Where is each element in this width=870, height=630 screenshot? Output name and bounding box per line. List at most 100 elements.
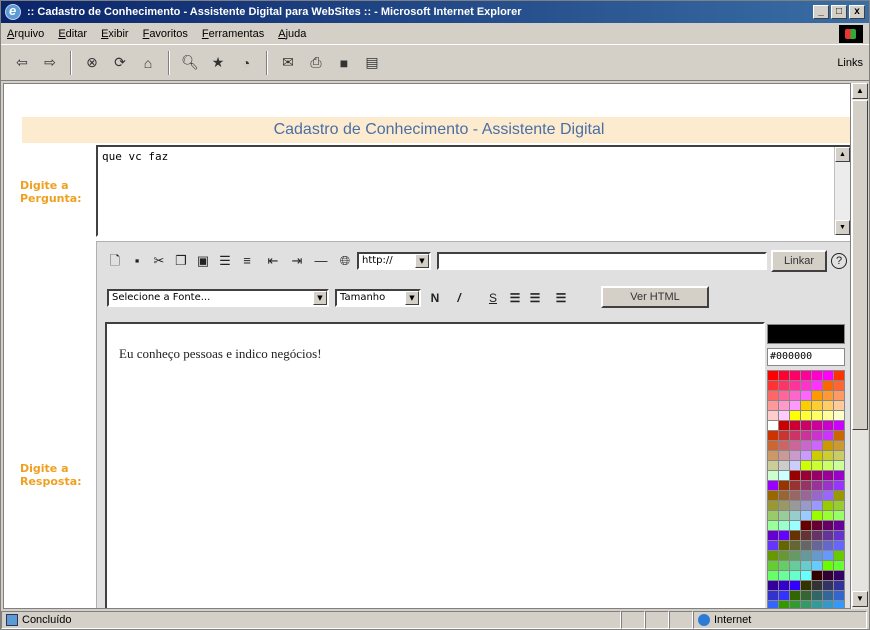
page-scrollbar[interactable]: ▲ ▼ (851, 83, 868, 609)
color-swatch[interactable] (790, 411, 800, 420)
print-icon[interactable]: ⎙ (305, 52, 327, 74)
color-swatch[interactable] (790, 391, 800, 400)
color-swatch[interactable] (834, 591, 844, 600)
color-swatch[interactable] (834, 601, 844, 608)
color-swatch[interactable] (801, 541, 811, 550)
color-swatch[interactable] (834, 511, 844, 520)
size-select[interactable]: Tamanho ▼ (335, 289, 421, 307)
color-swatch[interactable] (779, 511, 789, 520)
color-swatch[interactable] (834, 441, 844, 450)
color-swatch[interactable] (801, 431, 811, 440)
color-swatch[interactable] (801, 441, 811, 450)
color-swatch[interactable] (823, 431, 833, 440)
color-swatch[interactable] (768, 371, 778, 380)
color-swatch[interactable] (823, 591, 833, 600)
history-icon[interactable]: ◔ (235, 52, 257, 74)
color-swatch[interactable] (779, 441, 789, 450)
horizontal-rule-icon[interactable]: — (313, 253, 329, 269)
color-swatch[interactable] (801, 501, 811, 510)
color-swatch[interactable] (768, 521, 778, 530)
color-swatch[interactable] (779, 571, 789, 580)
color-swatch[interactable] (779, 491, 789, 500)
color-swatch[interactable] (768, 571, 778, 580)
italic-button[interactable]: / (451, 290, 467, 306)
color-swatch[interactable] (823, 491, 833, 500)
mail-icon[interactable]: ✉ (277, 52, 299, 74)
color-swatch[interactable] (823, 471, 833, 480)
color-swatch[interactable] (834, 581, 844, 590)
color-swatch[interactable] (779, 591, 789, 600)
maximize-button[interactable]: □ (831, 5, 847, 19)
outdent-icon[interactable]: ⇤ (265, 253, 281, 269)
scroll-down-icon[interactable]: ▼ (835, 220, 850, 235)
color-swatch[interactable] (768, 401, 778, 410)
color-swatch[interactable] (768, 481, 778, 490)
color-swatch[interactable] (768, 551, 778, 560)
color-swatch[interactable] (823, 441, 833, 450)
color-swatch[interactable] (812, 471, 822, 480)
color-swatch[interactable] (768, 591, 778, 600)
favorites-icon[interactable]: ★ (207, 52, 229, 74)
color-swatch[interactable] (801, 551, 811, 560)
paste-icon[interactable]: ▣ (195, 253, 211, 269)
color-swatch[interactable] (779, 381, 789, 390)
minimize-button[interactable]: _ (813, 5, 829, 19)
color-swatch[interactable] (768, 561, 778, 570)
color-swatch[interactable] (801, 481, 811, 490)
underline-button[interactable]: S (485, 290, 501, 306)
color-swatch[interactable] (779, 431, 789, 440)
discuss-icon[interactable]: ▤ (361, 52, 383, 74)
color-swatch[interactable] (790, 401, 800, 410)
color-swatch[interactable] (790, 421, 800, 430)
color-swatch[interactable] (812, 531, 822, 540)
color-swatch[interactable] (823, 501, 833, 510)
color-swatch[interactable] (779, 391, 789, 400)
color-swatch[interactable] (801, 531, 811, 540)
color-swatch[interactable] (812, 581, 822, 590)
color-swatch[interactable] (812, 401, 822, 410)
color-swatch[interactable] (779, 601, 789, 608)
color-palette[interactable] (767, 370, 845, 608)
color-swatch[interactable] (768, 421, 778, 430)
new-document-icon[interactable]: 🗋︎ (107, 253, 123, 269)
home-icon[interactable]: ⌂ (137, 52, 159, 74)
color-swatch[interactable] (790, 521, 800, 530)
globe-link-icon[interactable]: 🌐︎ (337, 253, 353, 269)
color-swatch[interactable] (790, 601, 800, 608)
color-swatch[interactable] (779, 541, 789, 550)
bullet-list-icon[interactable]: ☰ (217, 253, 233, 269)
color-swatch[interactable] (779, 501, 789, 510)
color-swatch[interactable] (834, 501, 844, 510)
color-swatch[interactable] (779, 581, 789, 590)
menu-editar[interactable]: Editar (58, 28, 87, 40)
search-icon[interactable]: 🔍︎ (179, 52, 201, 74)
color-swatch[interactable] (768, 491, 778, 500)
color-swatch[interactable] (812, 601, 822, 608)
color-swatch[interactable] (779, 521, 789, 530)
font-select[interactable]: Selecione a Fonte... ▼ (107, 289, 329, 307)
close-button[interactable]: x (849, 5, 865, 19)
color-swatch[interactable] (812, 461, 822, 470)
color-swatch[interactable] (790, 461, 800, 470)
align-left-icon[interactable]: ☰ (507, 290, 523, 306)
color-swatch[interactable] (823, 401, 833, 410)
color-swatch[interactable] (768, 441, 778, 450)
color-swatch[interactable] (823, 461, 833, 470)
color-swatch[interactable] (790, 491, 800, 500)
color-swatch[interactable] (834, 461, 844, 470)
help-icon[interactable]: ? (831, 253, 847, 269)
color-swatch[interactable] (790, 431, 800, 440)
color-swatch[interactable] (790, 381, 800, 390)
color-swatch[interactable] (801, 391, 811, 400)
url-input[interactable] (437, 252, 767, 270)
color-swatch[interactable] (834, 571, 844, 580)
color-swatch[interactable] (790, 541, 800, 550)
color-swatch[interactable] (812, 591, 822, 600)
color-swatch[interactable] (801, 381, 811, 390)
color-swatch[interactable] (812, 481, 822, 490)
menu-arquivo[interactable]: Arquivo (7, 28, 44, 40)
color-swatch[interactable] (790, 501, 800, 510)
color-swatch[interactable] (779, 561, 789, 570)
color-swatch[interactable] (790, 591, 800, 600)
color-swatch[interactable] (834, 451, 844, 460)
